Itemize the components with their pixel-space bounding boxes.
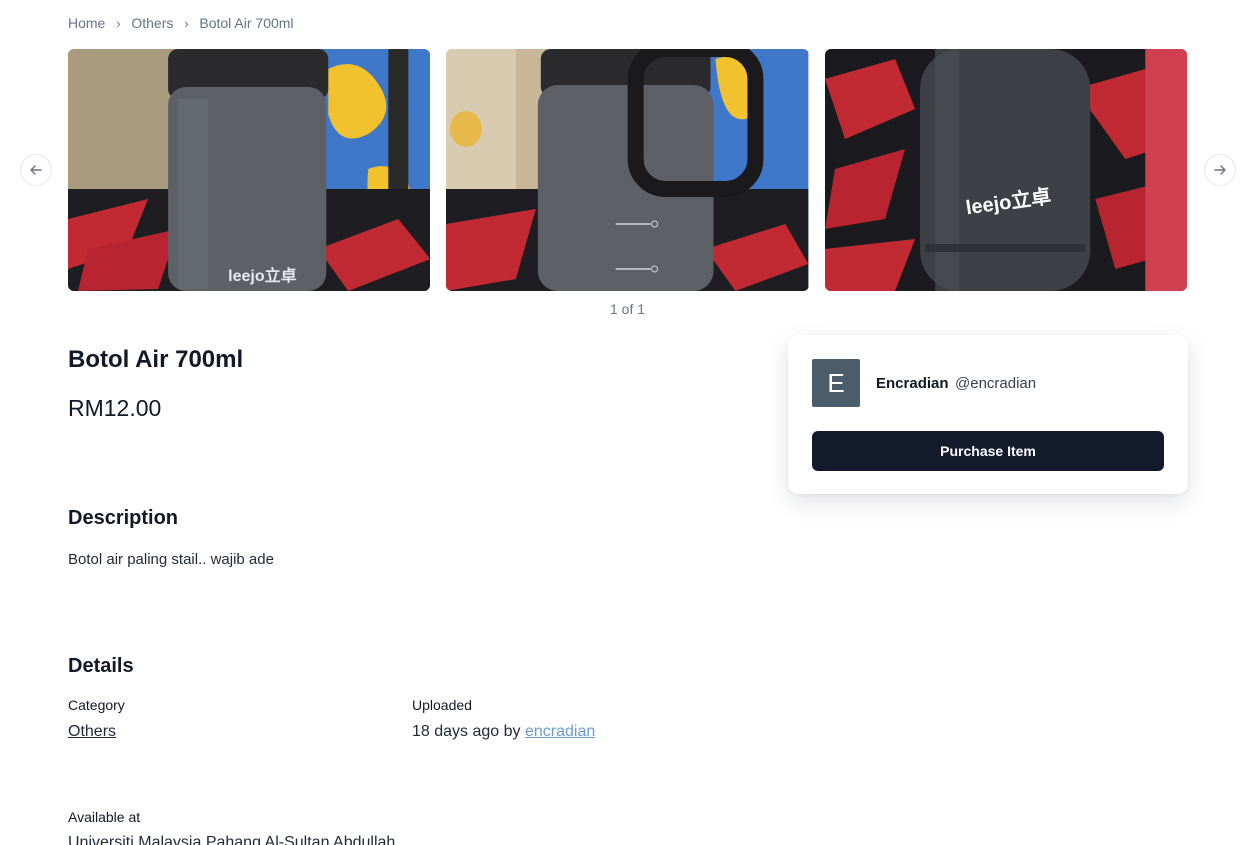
available-at-label: Available at xyxy=(68,809,141,825)
arrow-left-icon xyxy=(30,165,42,175)
breadcrumb-home[interactable]: Home xyxy=(68,15,105,31)
arrow-right-icon xyxy=(1214,165,1226,175)
product-gallery: leejo立卓 leejo立卓 xyxy=(68,49,1187,291)
chevron-right-icon: › xyxy=(116,15,121,31)
description-text: Botol air paling stail.. wajib ade xyxy=(68,551,274,568)
category-link[interactable]: Others xyxy=(68,723,116,741)
product-photo-3[interactable]: leejo立卓 xyxy=(824,49,1187,291)
brand-logo-text: leejo立卓 xyxy=(228,266,296,285)
uploaded-time: 18 days ago by xyxy=(412,723,521,740)
product-title: Botol Air 700ml xyxy=(68,346,244,373)
uploader-link[interactable]: encradian xyxy=(525,723,595,740)
purchase-item-button[interactable]: Purchase Item xyxy=(812,431,1164,471)
breadcrumb-category[interactable]: Others xyxy=(131,15,173,31)
gallery-next-button[interactable] xyxy=(1204,154,1236,186)
description-heading: Description xyxy=(68,507,179,529)
seller-handle: @encradian xyxy=(955,375,1037,392)
uploaded-value: 18 days ago by encradian xyxy=(412,723,595,741)
product-price: RM12.00 xyxy=(68,395,162,421)
breadcrumb: Home › Others › Botol Air 700ml xyxy=(68,15,294,31)
gallery-prev-button[interactable] xyxy=(20,154,52,186)
product-photo-2[interactable] xyxy=(446,49,809,291)
seller-name[interactable]: Encradian xyxy=(876,375,949,392)
available-at-value: Universiti Malaysia Pahang Al-Sultan Abd… xyxy=(68,834,396,845)
product-photo-1[interactable]: leejo立卓 xyxy=(68,49,431,291)
details-heading: Details xyxy=(68,655,134,677)
seller-card: E Encradian @encradian Purchase Item xyxy=(788,335,1188,494)
gallery-pager: 1 of 1 xyxy=(609,301,646,317)
category-label: Category xyxy=(68,697,125,713)
chevron-right-icon: › xyxy=(184,15,189,31)
uploaded-label: Uploaded xyxy=(412,697,472,713)
breadcrumb-current: Botol Air 700ml xyxy=(199,15,294,31)
avatar[interactable]: E xyxy=(812,359,860,407)
